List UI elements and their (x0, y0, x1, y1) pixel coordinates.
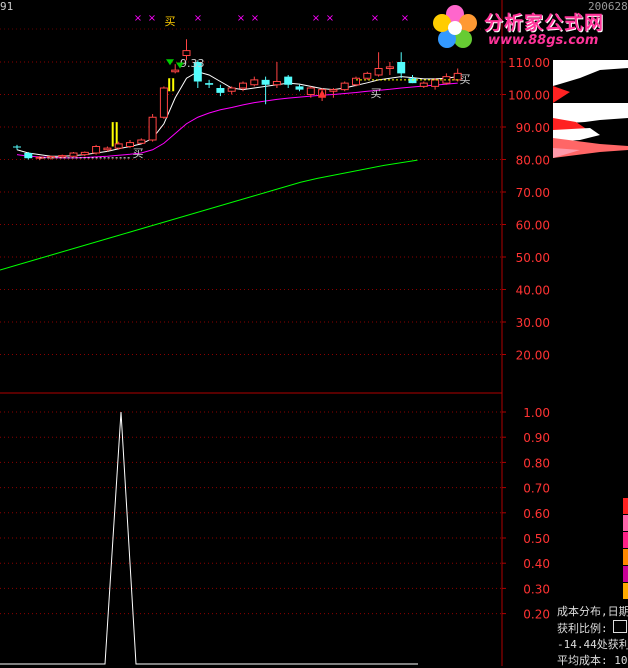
price-tick-label: 40.00 (516, 284, 550, 298)
indicator-tick-label: 0.60 (523, 507, 550, 521)
flower-logo-icon (433, 5, 477, 48)
candle-body-up (69, 152, 78, 157)
buy-signal-label: 买 (460, 73, 471, 86)
candle-body-down (24, 153, 33, 159)
cost-profile-band (553, 86, 570, 103)
cost-panel-title: 成本分布,日期 (557, 605, 628, 618)
candle-body-down (397, 62, 406, 74)
ma-fast-line (16, 71, 458, 157)
candle-body-up (239, 82, 247, 89)
candle-body-up (171, 69, 180, 73)
profit-line: -14.44处获利 (557, 638, 628, 651)
indicator-tick-label: 0.30 (523, 582, 550, 596)
buy-signal-label: 买 (371, 87, 382, 100)
price-tick-label: 80.00 (516, 154, 550, 168)
highlight-bar-gap (170, 78, 173, 92)
cost-distribution-panel (553, 60, 628, 599)
indicator-tick-label: 0.40 (523, 557, 550, 571)
chart-canvas: × × × × × × × × ×9.33买买买买 110.00100.0090.0080.00… (0, 0, 628, 666)
indicator-tick-label: 0.50 (523, 532, 550, 546)
candle-body-up (352, 77, 360, 86)
candle-body-up (431, 79, 440, 87)
price-tick-label: 70.00 (516, 186, 550, 200)
indicator-tick-label: 0.90 (523, 431, 550, 445)
candle-body-up (272, 81, 281, 86)
candle-body-up (159, 87, 168, 118)
candle-body-down (261, 79, 270, 85)
signal-x-marker: × (371, 13, 379, 24)
profit-ratio-label: 获利比例: (557, 622, 608, 635)
watermark-url: www.88gs.com (488, 33, 599, 48)
signal-x-marker: × (194, 13, 202, 24)
cost-legend-block (623, 498, 628, 514)
candle-body-up (58, 155, 67, 158)
stock-code-fragment: 91 (0, 0, 14, 13)
candle-body-up (385, 66, 394, 69)
candle-body-up (114, 143, 123, 149)
y-axis: 110.00 100.00 90.00 80.00 70.00 60.00 50.00 40.… (502, 56, 550, 622)
signal-x-marker: × (401, 13, 409, 24)
watermark-logo: 分析家公式网 www.88gs.com (430, 4, 628, 52)
candle-body-up (148, 116, 157, 141)
price-tick-label: 20.00 (516, 349, 550, 363)
candle-body-up (103, 147, 112, 151)
signal-x-marker: × (251, 13, 259, 24)
price-tick-label: 110.00 (508, 56, 550, 70)
price-tick-label: 50.00 (516, 251, 550, 265)
candle-body-up (92, 146, 101, 154)
indicator-tick-label: 0.20 (523, 608, 550, 622)
candle-body-up (182, 50, 191, 56)
cost-profile-band (553, 60, 628, 86)
price-tick-label: 100.00 (508, 89, 550, 103)
indicator-tick-label: 1.00 (523, 406, 550, 420)
signal-x-marker: × (312, 13, 320, 24)
price-tick-label: 60.00 (516, 219, 550, 233)
cost-profile-band (553, 138, 628, 158)
candle-body-up (80, 151, 89, 156)
ma-mid-line (16, 82, 458, 159)
candle-body-up (340, 82, 349, 91)
cost-legend-block (623, 549, 628, 565)
signal-x-marker: × (237, 13, 245, 24)
candle-body-down (205, 83, 214, 85)
candle-body-up (250, 79, 259, 86)
candle-body-up (419, 82, 428, 87)
candle-body-down (408, 78, 417, 84)
profit-ratio-box (613, 620, 627, 633)
cost-legend-block (623, 583, 628, 599)
signal-x-marker: × (326, 13, 334, 24)
candle-body-up (126, 142, 134, 148)
candle-body-up (227, 87, 236, 92)
highlight-bar-gap (113, 122, 116, 147)
candle-body-up (306, 87, 315, 95)
indicator-tick-label: 0.70 (523, 482, 550, 496)
grid-lines (0, 0, 503, 666)
cost-legend-block (623, 566, 628, 582)
candle-body-up (137, 139, 146, 144)
ma-slow-line (0, 159, 418, 271)
price-tick-label: 90.00 (516, 121, 550, 135)
signal-x-marker: × (134, 13, 142, 24)
watermark-brand: 分析家公式网 (484, 12, 605, 34)
candle-body-down (295, 86, 304, 90)
price-panel[interactable]: × × × × × × × × ×9.33买买买买 (0, 13, 471, 271)
cost-legend-block (623, 515, 628, 531)
signal-x-marker: × (148, 13, 156, 24)
candle-body-up (374, 68, 383, 76)
price-tick-label: 30.00 (516, 316, 550, 330)
candle-body-down (13, 146, 21, 148)
buy-signal-label: 买 (133, 147, 144, 160)
price-annotation: 9.33 (180, 57, 205, 70)
indicator-tick-label: 0.80 (523, 456, 550, 470)
candle-body-up (363, 72, 372, 79)
cost-legend-block (623, 532, 628, 548)
candle-body-down (216, 88, 225, 93)
candle-body-up (329, 89, 338, 92)
candle-body-down (284, 76, 293, 85)
buy-signal-label: 买 (165, 15, 176, 28)
